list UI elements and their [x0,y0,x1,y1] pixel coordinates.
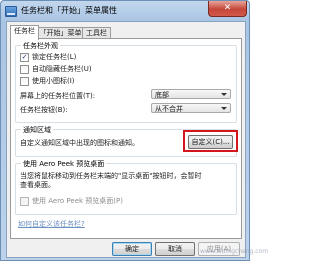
taskbar-location-label: 屏幕上的任务栏位置(T): [20,92,96,100]
aero-peek-description-line2: 查看桌面。 [20,181,55,189]
watermark-text: www.xitongcheng.com [200,248,269,255]
ok-button[interactable]: 确定 [112,242,152,256]
taskbar-buttons-value: 从不合并 [155,105,183,113]
taskbar-location-select[interactable]: 底部 [151,89,231,99]
group-label-taskbar-appearance: 任务栏外观 [21,41,60,51]
taskbar-properties-dialog: 任务栏和「开始」菜单属性 ✕ 任务栏 「开始」菜单 工具栏 任务栏外观 ✓ 锁定… [0,0,250,261]
notification-area-group: 通知区域 自定义通知区域中出现的图标和通知。 自定义(C)... [15,125,238,157]
auto-hide-label: 自动隐藏任务栏(U) [32,65,92,73]
cancel-button[interactable]: 取消 [155,242,195,256]
aero-peek-label: 使用 Aero Peek 预览桌面(P) [32,197,123,205]
chevron-down-icon [221,107,227,110]
auto-hide-row[interactable]: 自动隐藏任务栏(U) [20,64,92,74]
chevron-down-icon [221,93,227,96]
window-title: 任务栏和「开始」菜单属性 [21,6,117,15]
group-label-aero-peek: 使用 Aero Peek 预览桌面 [21,159,107,169]
taskbar-location-value: 底部 [155,91,169,99]
title-bar[interactable]: 任务栏和「开始」菜单属性 ✕ [1,1,249,21]
lock-taskbar-label: 锁定任务栏(L) [32,53,77,61]
small-icons-checkbox[interactable] [20,76,29,86]
small-icons-label: 使用小图标(I) [32,77,75,85]
close-button[interactable]: ✕ [208,1,247,17]
aero-peek-checkbox[interactable] [20,196,29,206]
small-icons-row[interactable]: 使用小图标(I) [20,76,75,86]
group-label-notification-area: 通知区域 [21,125,53,135]
aero-peek-row[interactable]: 使用 Aero Peek 预览桌面(P) [20,196,123,206]
lock-taskbar-checkbox[interactable]: ✓ [20,52,29,62]
dialog-client-area: 任务栏 「开始」菜单 工具栏 任务栏外观 ✓ 锁定任务栏(L) 自动隐藏任务栏(… [6,21,246,258]
tab-taskbar[interactable]: 任务栏 [10,25,39,40]
help-link[interactable]: 如何自定义该任务栏? [18,219,85,229]
taskbar-app-icon [5,6,17,17]
taskbar-buttons-label: 任务栏按钮(B): [20,106,68,114]
highlight-box [183,130,238,152]
auto-hide-checkbox[interactable] [20,64,29,74]
aero-peek-group: 使用 Aero Peek 预览桌面 当您将鼠标移动到任务栏末端的"显示桌面"按钮… [15,159,237,215]
notification-area-description: 自定义通知区域中出现的图标和通知。 [20,139,139,147]
taskbar-appearance-group: 任务栏外观 ✓ 锁定任务栏(L) 自动隐藏任务栏(U) 使用小图标(I) 屏幕上… [15,41,237,123]
taskbar-buttons-select[interactable]: 从不合并 [151,103,231,113]
lock-taskbar-row[interactable]: ✓ 锁定任务栏(L) [20,52,76,62]
tab-panel-taskbar: 任务栏外观 ✓ 锁定任务栏(L) 自动隐藏任务栏(U) 使用小图标(I) 屏幕上… [10,38,242,239]
